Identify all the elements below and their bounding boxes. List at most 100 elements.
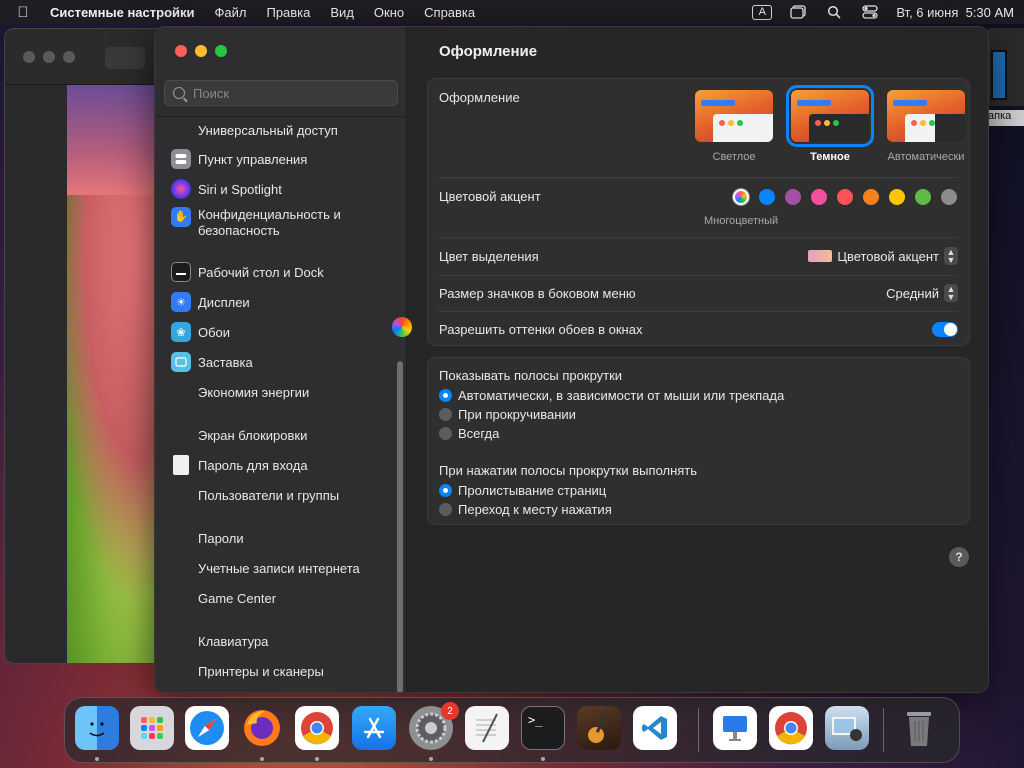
accent-swatch-purple[interactable] <box>785 189 801 205</box>
menu-window[interactable]: Окно <box>374 5 404 20</box>
radio-button[interactable] <box>439 427 452 440</box>
search-field[interactable] <box>164 80 398 106</box>
sidebar-item-label: Siri и Spotlight <box>198 181 282 197</box>
sidebar-item-label: Рабочий стол и Dock <box>198 264 324 280</box>
wallpaper-tinting-label: Разрешить оттенки обоев в окнах <box>439 322 643 337</box>
accent-color-swatches <box>733 189 957 205</box>
search-input[interactable] <box>193 85 373 101</box>
terminal-icon[interactable]: >_ <box>521 706 565 750</box>
menu-edit[interactable]: Правка <box>266 5 310 20</box>
sidebar-item-label: Клавиатура <box>198 633 269 649</box>
appearance-option-auto[interactable]: Автоматически <box>883 90 969 163</box>
minimize-dot <box>43 51 55 63</box>
sidebar-item-screensaver[interactable]: Заставка <box>171 349 391 375</box>
radio-button[interactable] <box>439 484 452 497</box>
sidebar-item-label: Пароль для входа <box>198 457 308 473</box>
running-indicator <box>95 757 99 761</box>
appearance-option-label: Темное <box>810 151 850 163</box>
menu-app-name[interactable]: Системные настройки <box>50 5 195 20</box>
menu-clock[interactable]: Вт, 6 июня 5:30 AM <box>896 5 1014 20</box>
thumbnail-window <box>905 114 965 142</box>
sidebar-item-keyboard[interactable]: Клавиатура <box>171 628 391 654</box>
click-scrollbar-label: При нажатии полосы прокрутки выполнять <box>439 463 698 478</box>
menu-file[interactable]: Файл <box>215 5 247 20</box>
sidebar-item-energy[interactable]: Экономия энергии <box>171 379 391 405</box>
zoom-button[interactable] <box>215 45 227 57</box>
sidebar-item-internet-accounts[interactable]: Учетные записи интернета <box>171 555 391 581</box>
accent-swatch-red[interactable] <box>837 189 853 205</box>
sidebar-item-passwords[interactable]: Пароли <box>171 525 391 551</box>
highlight-color-popup[interactable]: Цветовой акцент ▲ ▼ <box>808 247 958 265</box>
stage-manager-icon[interactable] <box>788 4 808 20</box>
app-store-icon[interactable] <box>352 706 396 750</box>
displays-icon: ☀ <box>171 292 191 312</box>
appearance-option-label: Светлое <box>712 151 756 163</box>
click-option-jump[interactable]: Переход к месту нажатия <box>439 502 612 517</box>
scrollbars-option-scrolling[interactable]: При прокручивании <box>439 407 576 422</box>
wallpaper-tinting-toggle[interactable] <box>932 322 958 337</box>
appearance-option-dark[interactable]: Темное <box>786 85 874 163</box>
sidebar-item-accessibility[interactable]: Универсальный доступ <box>171 117 391 143</box>
sidebar-icon-size-value: Средний <box>886 285 939 301</box>
garageband-icon[interactable] <box>577 706 621 750</box>
scrollbars-option-auto[interactable]: Автоматически, в зависимости от мыши или… <box>439 388 784 403</box>
sidebar-item-siri[interactable]: Siri и Spotlight <box>171 176 391 202</box>
accent-swatch-multicolor[interactable] <box>733 189 749 205</box>
radio-button[interactable] <box>439 389 452 402</box>
textedit-icon[interactable] <box>465 706 509 750</box>
sidebar-item-users[interactable]: Пользователи и группы <box>171 482 391 508</box>
sidebar-icon-size-popup[interactable]: Средний ▲ ▼ <box>886 284 958 302</box>
radio-button[interactable] <box>439 408 452 421</box>
sidebar-toggle-icon <box>105 47 145 69</box>
background-window-sidebar <box>5 85 67 663</box>
finder-icon[interactable] <box>75 706 119 750</box>
spotlight-search-icon[interactable] <box>824 4 844 20</box>
minimize-button[interactable] <box>195 45 207 57</box>
sidebar-item-desktop-dock[interactable]: Рабочий стол и Dock <box>171 259 391 285</box>
scrollbars-option-always[interactable]: Всегда <box>439 426 499 441</box>
sidebar-item-game-center[interactable]: Game Center <box>171 585 391 611</box>
keynote-icon[interactable] <box>713 706 757 750</box>
appearance-option-light[interactable]: Светлое <box>691 90 777 163</box>
input-source-icon[interactable]: A <box>752 4 773 20</box>
accent-swatch-pink[interactable] <box>811 189 827 205</box>
menu-view[interactable]: Вид <box>330 5 354 20</box>
accent-swatch-green[interactable] <box>915 189 931 205</box>
click-option-next-page[interactable]: Пролистывание страниц <box>439 483 606 498</box>
accent-swatch-orange[interactable] <box>863 189 879 205</box>
sidebar-item-label: Game Center <box>198 590 277 606</box>
vscode-icon[interactable] <box>633 706 677 750</box>
safari-icon[interactable] <box>185 706 229 750</box>
accent-swatch-graphite[interactable] <box>941 189 957 205</box>
help-button[interactable]: ? <box>949 547 969 567</box>
control-center-icon[interactable] <box>860 4 880 20</box>
sidebar-item-login-password[interactable]: Пароль для входа <box>171 452 391 478</box>
preview-icon[interactable] <box>825 706 869 750</box>
sidebar-item-control-center[interactable]: Пункт управления <box>171 146 391 172</box>
sidebar-item-privacy[interactable]: ✋ Конфиденциальность и безопасность <box>171 207 391 241</box>
menu-bar:  Системные настройки Файл Правка Вид Ок… <box>0 0 1024 24</box>
launchpad-icon[interactable] <box>130 706 174 750</box>
accent-swatch-blue[interactable] <box>759 189 775 205</box>
notification-badge: 2 <box>441 702 459 720</box>
sidebar-scrollbar[interactable] <box>397 361 403 692</box>
sidebar-item-displays[interactable]: ☀ Дисплеи <box>171 289 391 315</box>
apple-menu-icon[interactable]:  <box>16 4 30 21</box>
chrome-icon[interactable] <box>295 706 339 750</box>
thumbnail-window <box>809 114 869 142</box>
sidebar-item-label: Заставка <box>198 354 253 370</box>
sidebar-item-printers[interactable]: Принтеры и сканеры <box>171 658 391 684</box>
close-button[interactable] <box>175 45 187 57</box>
radio-button[interactable] <box>439 503 452 516</box>
login-password-icon <box>173 455 189 475</box>
menu-help[interactable]: Справка <box>424 5 475 20</box>
accent-caption: Многоцветный <box>704 215 779 227</box>
sidebar-item-lock-screen[interactable]: Экран блокировки <box>171 422 391 448</box>
running-indicator <box>315 757 319 761</box>
chrome-icon-2[interactable] <box>769 706 813 750</box>
system-settings-icon[interactable]: 2 <box>409 702 459 750</box>
trash-icon[interactable] <box>897 706 941 750</box>
sidebar-item-wallpaper[interactable]: ❀ Обои <box>171 319 391 345</box>
accent-swatch-yellow[interactable] <box>889 189 905 205</box>
firefox-icon[interactable] <box>240 706 284 750</box>
